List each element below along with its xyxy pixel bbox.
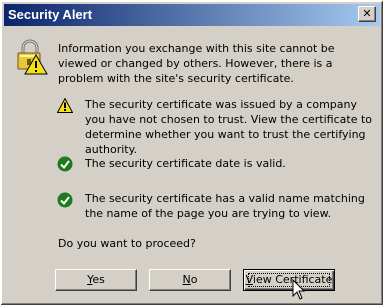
dialog-title: Security Alert — [8, 7, 93, 22]
no-mnemonic: N — [182, 273, 191, 286]
no-button[interactable]: No — [149, 269, 231, 291]
yes-label-rest: es — [92, 273, 105, 286]
certificate-trust-warning: The security certificate was issued by a… — [85, 98, 372, 156]
proceed-prompt: Do you want to proceed? — [58, 237, 196, 250]
check-icon — [57, 192, 73, 208]
certificate-name-status: The security certificate has a valid nam… — [85, 192, 365, 220]
intro-text: Information you exchange with this site … — [58, 42, 335, 85]
no-label-rest: o — [190, 273, 198, 286]
yes-button[interactable]: Yes — [55, 269, 137, 291]
close-icon: ✕ — [362, 7, 372, 20]
mouse-cursor-icon — [292, 279, 306, 300]
warning-icon — [57, 98, 73, 113]
security-alert-dialog: Security Alert ✕ Information you exchang… — [0, 0, 384, 306]
check-icon — [57, 156, 73, 172]
close-button[interactable]: ✕ — [358, 6, 376, 22]
padlock-warning-icon — [17, 39, 48, 75]
view-certificate-button[interactable]: View Certificate — [243, 269, 335, 291]
certificate-date-status: The security certificate date is valid. — [85, 157, 286, 170]
focus-ring — [248, 273, 330, 287]
title-bar[interactable]: Security Alert ✕ — [4, 4, 380, 26]
